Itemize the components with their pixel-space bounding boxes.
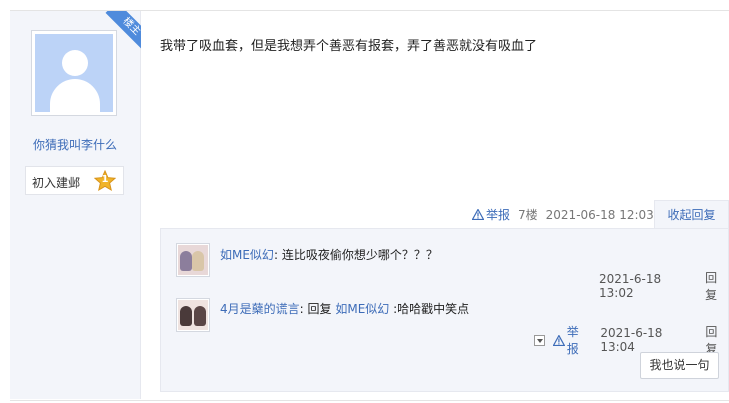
post-meta: 举报 7楼 2021-06-18 12:03 [472, 206, 654, 223]
reply-button[interactable]: 回复 [705, 269, 729, 303]
reply-avatar[interactable] [176, 243, 210, 277]
reply-separator: : [273, 248, 278, 262]
floor-number: 7楼 [518, 208, 538, 222]
post-time: 2021-06-18 12:03 [545, 207, 654, 222]
user-avatar-icon [178, 245, 208, 275]
report-link[interactable]: 举报 [552, 323, 590, 357]
default-avatar-icon [35, 34, 113, 112]
warning-icon [552, 334, 565, 346]
reply-prefix: 回复 [307, 302, 332, 316]
post-content: 我带了吸血套，但是我想弄个善恶有报套，弄了善恶就没有吸血了 [160, 39, 538, 54]
say-something-button[interactable]: 我也说一句 [640, 352, 719, 379]
reply-item: 如ME似幻: 连比吸夜偷你想少哪个？？？ [220, 246, 438, 263]
warning-icon [472, 209, 484, 220]
report-link[interactable]: 举报 [472, 206, 510, 223]
bottom-divider [10, 400, 729, 401]
collapse-replies-button[interactable]: 收起回复 [654, 200, 729, 229]
reply-separator: : [299, 302, 304, 316]
author-name[interactable]: 你猜我叫李什么 [10, 136, 140, 153]
level-star-icon: 1 [93, 169, 117, 192]
report-label: 举报 [486, 208, 511, 222]
reply-username[interactable]: 4月是蘖的谎言 [220, 302, 300, 316]
dropdown-icon[interactable] [534, 334, 545, 346]
user-avatar-icon [178, 300, 208, 330]
level-title: 初入建邺 [32, 176, 81, 190]
reply-avatar[interactable] [176, 298, 210, 332]
reply-username[interactable]: 如ME似幻 [220, 248, 274, 262]
reply-meta: 2021-6-18 13:02 回复 [599, 269, 729, 303]
reply-item: 4月是蘖的谎言: 回复 如ME似幻 :哈哈戳中笑点 [220, 300, 469, 317]
author-avatar[interactable] [31, 30, 117, 116]
level-badge-box[interactable]: 初入建邺 1 [25, 166, 124, 195]
reply-target-user[interactable]: 如ME似幻 [335, 302, 389, 316]
reply-time: 2021-6-18 13:02 [599, 272, 662, 300]
reply-text: :哈哈戳中笑点 [393, 302, 470, 316]
level-number: 1 [101, 174, 109, 185]
report-label: 举报 [566, 325, 579, 356]
reply-text: 连比吸夜偷你想少哪个？？？ [281, 248, 438, 262]
reply-time: 2021-6-18 13:04 [600, 326, 663, 354]
